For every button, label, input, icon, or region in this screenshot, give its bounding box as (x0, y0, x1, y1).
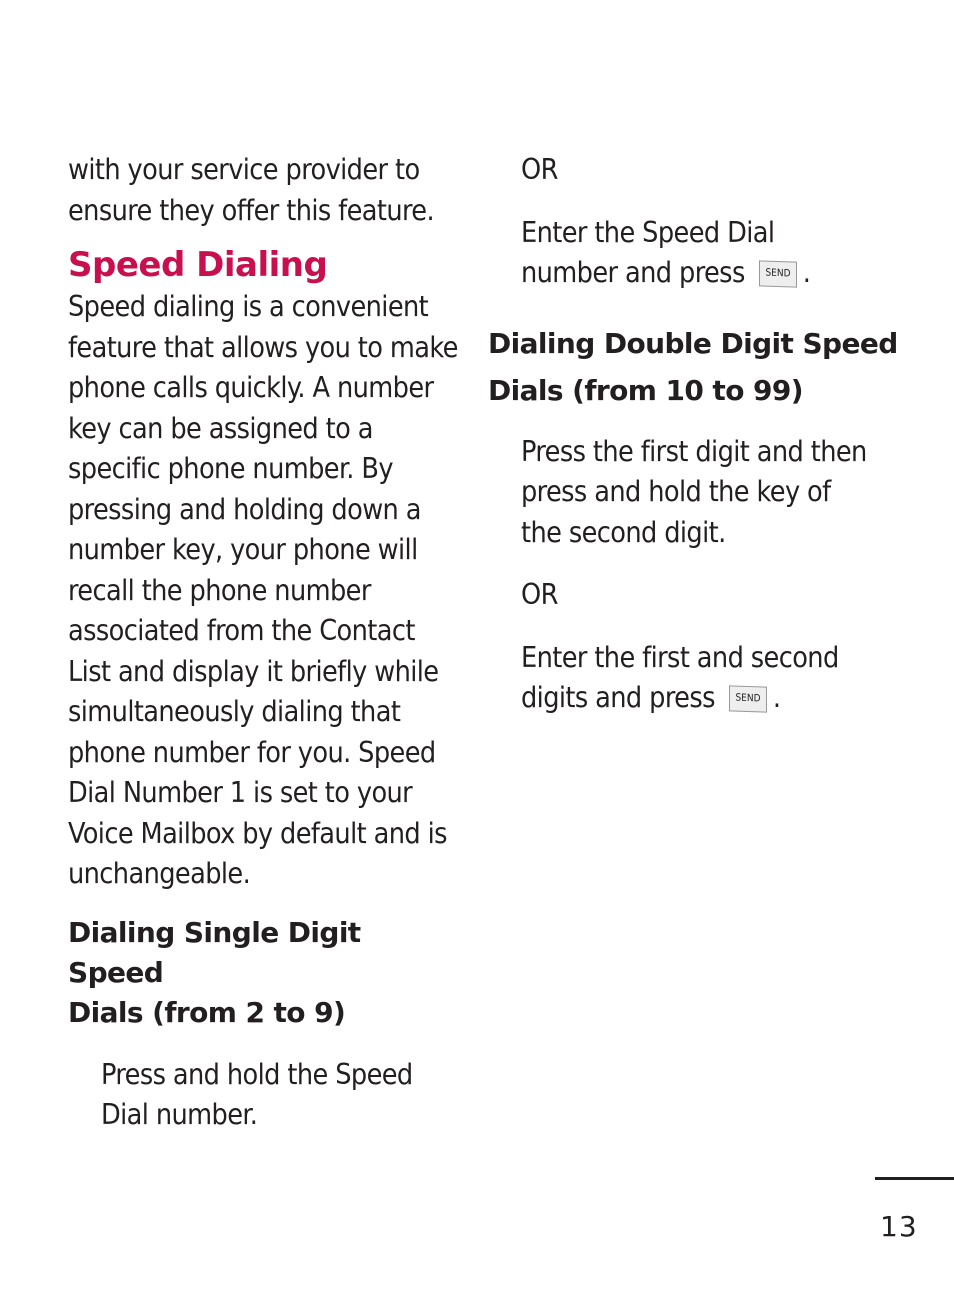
or-label: OR (521, 578, 558, 611)
subsection-single-digit: Dialing Single Digit Speed Dials (from 2… (68, 913, 463, 1136)
body-line: feature that allows you to make (68, 330, 458, 364)
period: . (802, 256, 811, 289)
send-key-icon: SEND (728, 685, 767, 713)
body-line: Dial Number 1 is set to your (68, 776, 413, 809)
body-line: simultaneously dialing that (68, 695, 401, 728)
body-line: associated from the Contact (68, 614, 415, 647)
step-text: number and press (521, 256, 745, 289)
body-line: List and display it briefly while (68, 654, 439, 688)
or-label: OR (521, 153, 558, 186)
footer-rule (875, 1177, 954, 1180)
subsection-title: Dials (from 2 to 9) (68, 995, 346, 1029)
step-line: press and hold the key of (521, 475, 831, 508)
body-line: specific phone number. By (68, 452, 394, 485)
right-column: OR Enter the Speed Dial number and press… (488, 150, 918, 719)
step-line: Press and hold the Speed (101, 1057, 413, 1091)
body-line: key can be assigned to a (68, 411, 373, 445)
subsection-title: Dials (from 10 to 99) (488, 373, 804, 407)
left-column: with your service provider to ensure the… (68, 150, 463, 1136)
step-line: Press the first digit and then (521, 434, 867, 468)
section-title: Speed Dialing (68, 245, 328, 285)
body-line: Speed dialing is a convenient (68, 290, 429, 323)
body-line: phone number for you. Speed (68, 735, 436, 769)
body-line: unchangeable. (68, 857, 251, 890)
subsection-double-digit: Dialing Double Digit Speed Dials (from 1… (488, 320, 918, 719)
step-line: Dial number. (101, 1098, 258, 1131)
body-line: recall the phone number (68, 573, 371, 607)
step-line: the second digit. (521, 515, 726, 549)
send-key-icon: SEND (758, 260, 797, 288)
page-number: 13 (880, 1210, 918, 1243)
intro-line-2: ensure they offer this feature. (68, 193, 435, 227)
intro-line-1: with your service provider to (68, 153, 420, 186)
period: . (772, 681, 781, 714)
body-line: number key, your phone will (68, 533, 418, 566)
step-line: Enter the first and second (521, 640, 839, 674)
body-line: phone calls quickly. A number (68, 371, 434, 404)
body-line: Voice Mailbox by default and is (68, 816, 447, 850)
step-line: digits and press SEND. (521, 678, 918, 719)
subsection-title: Dialing Single Digit Speed (68, 915, 361, 989)
subsection-title: Dialing Double Digit Speed (488, 326, 898, 360)
step-line: Enter the Speed Dial (521, 215, 775, 249)
section-body: Speed dialing is a convenient feature th… (68, 287, 463, 895)
step-text: digits and press (521, 681, 715, 714)
body-line: pressing and holding down a (68, 492, 421, 526)
step-line: number and press SEND. (521, 253, 918, 294)
